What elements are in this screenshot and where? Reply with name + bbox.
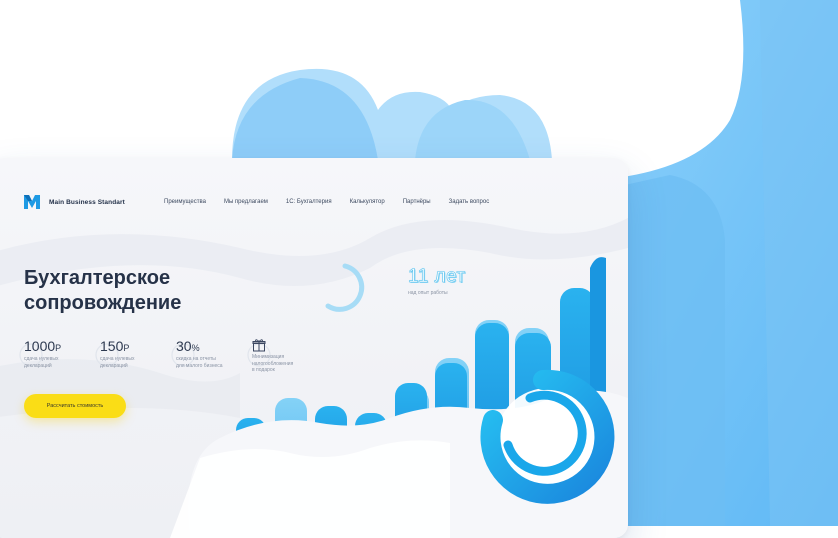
experience-value: 11 лет xyxy=(408,266,466,288)
stat-desc-line: для малого бизнеса xyxy=(176,363,256,370)
gift-icon xyxy=(252,338,266,352)
logo-icon xyxy=(24,195,40,209)
experience-block: 11 лет над опыт работы xyxy=(408,266,466,296)
stat-desc-line: в подарок xyxy=(252,367,332,374)
top-navigation: Main Business Standart Преимущества Мы п… xyxy=(0,158,628,248)
stat-tax-minimization-gift: Минимизация налогообложения в подарок xyxy=(252,338,332,374)
stat-zero-declarations-1000: 1000Р сдача нулевых деклараций xyxy=(24,338,104,369)
landing-page-mockup: Main Business Standart Преимущества Мы п… xyxy=(0,158,628,538)
hero-title-line2: сопровождение xyxy=(24,291,324,316)
nav-item-partners[interactable]: Партнёры xyxy=(403,199,431,205)
nav-item-calculator[interactable]: Калькулятор xyxy=(350,199,385,205)
right-blue-stripe xyxy=(760,0,838,526)
brand-name: Main Business Standart xyxy=(49,199,125,206)
hero-title: Бухгалтерское сопровождение xyxy=(24,266,324,316)
nav-item-1c-accounting[interactable]: 1С: Бухгалтерия xyxy=(286,199,332,205)
stat-zero-declarations-150: 150Р сдача нулевых деклараций xyxy=(100,338,180,369)
stat-desc-line: деклараций xyxy=(100,363,180,370)
hero-title-line1: Бухгалтерское xyxy=(24,266,324,291)
stat-value: 150 xyxy=(100,338,123,354)
right-blue-shape-inner xyxy=(620,175,725,526)
stat-unit: Р xyxy=(123,343,129,353)
stat-value: 1000 xyxy=(24,338,55,354)
nav-item-ask-question[interactable]: Задать вопрос xyxy=(449,199,490,205)
stat-unit: % xyxy=(192,343,200,353)
stat-desc-line: деклараций xyxy=(24,363,104,370)
main-menu: Преимущества Мы предлагаем 1С: Бухгалтер… xyxy=(164,199,489,205)
logo[interactable]: Main Business Standart xyxy=(24,195,125,209)
experience-desc: над опыт работы xyxy=(408,290,466,296)
calculate-cost-button[interactable]: Рассчитать стоимость xyxy=(24,394,126,418)
stat-value: 30 xyxy=(176,338,192,354)
nav-item-offers[interactable]: Мы предлагаем xyxy=(224,199,268,205)
stat-unit: Р xyxy=(55,343,61,353)
nav-item-advantages[interactable]: Преимущества xyxy=(164,199,206,205)
stat-discount-30: 30% скидка на отчеты для малого бизнеса xyxy=(176,338,256,369)
